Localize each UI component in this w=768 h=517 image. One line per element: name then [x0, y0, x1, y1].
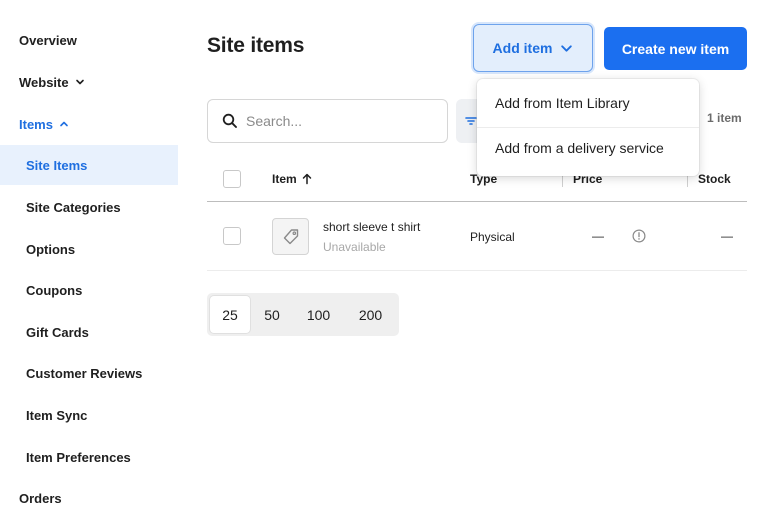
column-header-stock[interactable]: Stock: [698, 172, 731, 186]
results-count: 1 item: [707, 111, 742, 125]
page-size-option-200[interactable]: 200: [347, 296, 394, 333]
sidebar-item-label: Orders: [19, 490, 62, 506]
filter-icon: [465, 115, 477, 127]
sidebar-item-items[interactable]: Items: [0, 104, 178, 144]
create-new-item-button[interactable]: Create new item: [604, 27, 747, 70]
item-price: —: [592, 229, 604, 243]
sidebar-item-label: Item Preferences: [26, 449, 131, 465]
search-icon: [222, 113, 238, 129]
column-resize-handle[interactable]: [562, 175, 563, 187]
sidebar-item-label: Items: [19, 116, 53, 132]
table-row-divider: [207, 270, 747, 271]
item-type: Physical: [470, 230, 515, 244]
search-input[interactable]: [246, 113, 426, 129]
page-size-option-50[interactable]: 50: [252, 296, 292, 333]
column-header-item[interactable]: Item: [272, 172, 313, 186]
sidebar-item-item-sync[interactable]: Item Sync: [0, 395, 178, 435]
sidebar-item-overview[interactable]: Overview: [0, 20, 178, 60]
sidebar-item-label: Item Sync: [26, 407, 88, 423]
sidebar-item-item-preferences[interactable]: Item Preferences: [0, 437, 178, 477]
sidebar-item-website[interactable]: Website: [0, 62, 178, 102]
sidebar-item-site-items[interactable]: Site Items: [0, 145, 178, 185]
sidebar-item-options[interactable]: Options: [0, 229, 178, 269]
sidebar-item-site-categories[interactable]: Site Categories: [0, 187, 178, 227]
sidebar-item-gift-cards[interactable]: Gift Cards: [0, 312, 178, 352]
sidebar-item-label: Website: [19, 74, 69, 90]
column-header-label: Stock: [698, 172, 731, 186]
info-icon[interactable]: [632, 229, 646, 243]
sidebar-item-label: Customer Reviews: [26, 365, 143, 381]
sidebar: Overview Website Items Site Items Site C…: [0, 0, 178, 517]
sidebar-item-label: Site Items: [26, 157, 88, 173]
chevron-down-icon: [75, 77, 85, 87]
column-header-label: Item: [272, 172, 297, 186]
add-item-label: Add item: [492, 40, 553, 56]
table-header-divider: [207, 201, 747, 202]
sidebar-item-label: Gift Cards: [26, 324, 89, 340]
column-resize-handle[interactable]: [687, 175, 688, 187]
add-item-button[interactable]: Add item: [473, 24, 593, 72]
search-box: [207, 99, 448, 143]
menu-item-add-from-item-library[interactable]: Add from Item Library: [477, 81, 699, 125]
page-size-selector: 25 50 100 200: [207, 293, 399, 336]
sidebar-item-customer-reviews[interactable]: Customer Reviews: [0, 353, 178, 393]
sidebar-item-label: Options: [26, 241, 76, 257]
sort-ascending-icon: [301, 173, 313, 185]
sidebar-item-orders[interactable]: Orders: [0, 478, 178, 517]
menu-item-add-from-delivery-service[interactable]: Add from a delivery service: [477, 126, 699, 170]
page-size-option-100[interactable]: 100: [296, 296, 341, 333]
chevron-up-icon: [59, 119, 69, 129]
sidebar-item-coupons[interactable]: Coupons: [0, 270, 178, 310]
sidebar-item-label: Coupons: [26, 282, 83, 298]
chevron-down-icon: [560, 42, 573, 55]
item-stock: —: [721, 229, 733, 243]
sidebar-item-label: Overview: [19, 32, 77, 48]
sidebar-item-label: Site Categories: [26, 199, 121, 215]
tag-icon: [281, 227, 301, 247]
item-thumbnail: [272, 218, 309, 255]
row-checkbox[interactable]: [223, 227, 241, 245]
page-title: Site items: [207, 34, 305, 57]
item-name[interactable]: short sleeve t shirt: [323, 220, 420, 234]
item-status: Unavailable: [323, 240, 386, 254]
add-item-menu: Add from Item Library Add from a deliver…: [477, 79, 699, 176]
select-all-checkbox[interactable]: [223, 170, 241, 188]
page-size-option-25[interactable]: 25: [210, 296, 250, 333]
